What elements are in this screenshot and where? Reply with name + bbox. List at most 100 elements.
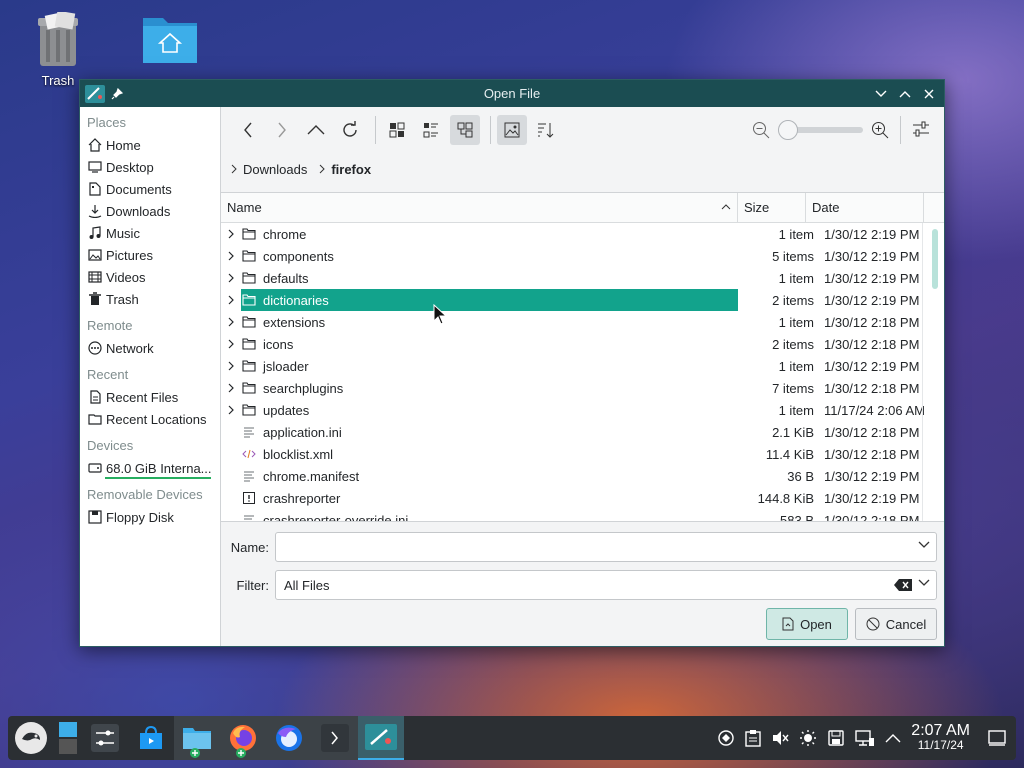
preview-toggle-button[interactable] <box>497 114 527 145</box>
expand-toggle[interactable] <box>221 295 241 305</box>
maximize-button[interactable] <box>896 85 914 103</box>
table-row[interactable]: updates 1 item 11/17/24 2:06 AM <box>221 399 944 421</box>
file-name-cell[interactable]: chrome <box>241 223 738 245</box>
file-name-cell[interactable]: extensions <box>241 311 738 333</box>
titlebar[interactable]: Open File <box>80 80 944 107</box>
table-row[interactable]: components 5 items 1/30/12 2:19 PM <box>221 245 944 267</box>
taskbar-system-settings[interactable] <box>82 716 128 760</box>
expand-toggle[interactable] <box>221 383 241 393</box>
file-name-cell[interactable]: crashreporter <box>241 487 738 509</box>
minimize-button[interactable] <box>872 85 890 103</box>
taskbar-firefox[interactable] <box>220 716 266 760</box>
file-name-cell[interactable]: chrome.manifest <box>241 465 738 487</box>
name-column-header[interactable]: Name <box>221 193 738 222</box>
tree-view-button[interactable] <box>450 114 480 145</box>
network-wired-icon[interactable] <box>855 729 875 747</box>
file-name-cell[interactable]: icons <box>241 333 738 355</box>
sidebar-item-68-0-gib-interna[interactable]: 68.0 GiB Interna... <box>80 457 220 479</box>
expand-toggle[interactable] <box>221 317 241 327</box>
table-row[interactable]: crashreporter 144.8 KiB 1/30/12 2:19 PM <box>221 487 944 509</box>
expand-toggle[interactable] <box>221 229 241 239</box>
clock[interactable]: 2:07 AM 11/17/24 <box>911 723 970 753</box>
expand-toggle[interactable] <box>221 339 241 349</box>
table-row[interactable]: chrome 1 item 1/30/12 2:19 PM <box>221 223 944 245</box>
expand-toggle[interactable] <box>221 361 241 371</box>
table-row[interactable]: dictionaries 2 items 1/30/12 2:19 PM <box>221 289 944 311</box>
table-row[interactable]: icons 2 items 1/30/12 2:18 PM <box>221 333 944 355</box>
table-row[interactable]: blocklist.xml 11.4 KiB 1/30/12 2:18 PM <box>221 443 944 465</box>
file-name-cell[interactable]: crashreporter-override.ini <box>241 509 738 521</box>
sidebar-item-videos[interactable]: Videos <box>80 266 220 288</box>
taskbar-open-file-dialog[interactable] <box>358 716 404 760</box>
zoom-slider-handle[interactable] <box>778 120 798 140</box>
taskbar-discover[interactable] <box>128 716 174 760</box>
file-name-cell[interactable]: components <box>241 245 738 267</box>
sidebar-item-documents[interactable]: Documents <box>80 178 220 200</box>
chevron-down-icon[interactable] <box>918 541 930 549</box>
options-icon[interactable] <box>912 120 930 138</box>
date-column-header[interactable]: Date <box>806 193 924 222</box>
back-button[interactable] <box>233 115 263 145</box>
sidebar-item-trash[interactable]: Trash <box>80 288 220 310</box>
sidebar-item-desktop[interactable]: Desktop <box>80 156 220 178</box>
clear-icon[interactable] <box>894 579 912 591</box>
sidebar-item-home[interactable]: Home <box>80 134 220 156</box>
zoom-in-icon[interactable] <box>871 121 889 139</box>
sidebar-item-music[interactable]: Music <box>80 222 220 244</box>
desktop-pager[interactable] <box>54 716 82 760</box>
table-row[interactable]: crashreporter-override.ini 583 B 1/30/12 2… <box>221 509 944 521</box>
filename-field[interactable] <box>275 532 937 562</box>
breadcrumb-downloads[interactable]: Downloads <box>231 162 307 177</box>
taskbar-dolphin[interactable] <box>174 716 220 760</box>
table-row[interactable]: searchplugins 7 items 1/30/12 2:18 PM <box>221 377 944 399</box>
taskbar-thunderbird[interactable] <box>266 716 312 760</box>
file-name-cell[interactable]: application.ini <box>241 421 738 443</box>
sidebar-item-pictures[interactable]: Pictures <box>80 244 220 266</box>
chevron-up-icon[interactable] <box>885 733 901 743</box>
table-row[interactable]: extensions 1 item 1/30/12 2:18 PM <box>221 311 944 333</box>
expand-toggle[interactable] <box>221 251 241 261</box>
network-settings-icon[interactable] <box>717 729 735 747</box>
forward-button[interactable] <box>267 115 297 145</box>
desktop-home-folder[interactable] <box>140 12 200 69</box>
table-row[interactable]: defaults 1 item 1/30/12 2:19 PM <box>221 267 944 289</box>
volume-muted-icon[interactable] <box>771 729 789 747</box>
table-row[interactable]: jsloader 1 item 1/30/12 2:19 PM <box>221 355 944 377</box>
brightness-icon[interactable] <box>799 729 817 747</box>
cancel-button[interactable]: Cancel <box>855 608 937 640</box>
desktop-trash[interactable]: Trash <box>28 10 88 88</box>
clipboard-icon[interactable] <box>745 729 761 747</box>
reload-button[interactable] <box>335 115 365 145</box>
taskbar-konsole[interactable] <box>312 716 358 760</box>
file-name-cell[interactable]: searchplugins <box>241 377 738 399</box>
table-row[interactable]: application.ini 2.1 KiB 1/30/12 2:18 PM <box>221 421 944 443</box>
sidebar-item-network[interactable]: Network <box>80 337 220 359</box>
file-name-cell[interactable]: defaults <box>241 267 738 289</box>
show-desktop-icon[interactable] <box>988 730 1006 746</box>
filter-field[interactable]: All Files <box>275 570 937 600</box>
breadcrumb-firefox[interactable]: firefox <box>319 162 371 177</box>
pin-icon[interactable] <box>111 87 123 100</box>
sidebar-item-downloads[interactable]: Downloads <box>80 200 220 222</box>
icons-view-button[interactable] <box>382 115 412 145</box>
file-name-cell[interactable]: blocklist.xml <box>241 443 738 465</box>
parent-folder-button[interactable] <box>301 115 331 145</box>
zoom-out-icon[interactable] <box>752 121 770 139</box>
compact-view-button[interactable] <box>416 115 446 145</box>
size-column-header[interactable]: Size <box>738 193 806 222</box>
open-button[interactable]: Open <box>766 608 848 640</box>
file-name-cell[interactable]: updates <box>241 399 738 421</box>
close-button[interactable] <box>920 85 938 103</box>
expand-toggle[interactable] <box>221 405 241 415</box>
file-name-cell[interactable]: dictionaries <box>241 289 738 311</box>
disk-icon[interactable] <box>827 729 845 747</box>
chevron-down-icon[interactable] <box>918 579 930 587</box>
sidebar-item-recent-files[interactable]: Recent Files <box>80 386 220 408</box>
expand-toggle[interactable] <box>221 273 241 283</box>
sort-button[interactable] <box>531 115 561 145</box>
table-row[interactable]: chrome.manifest 36 B 1/30/12 2:19 PM <box>221 465 944 487</box>
file-name-cell[interactable]: jsloader <box>241 355 738 377</box>
scrollbar-handle[interactable] <box>932 229 938 289</box>
sidebar-item-recent-locations[interactable]: Recent Locations <box>80 408 220 430</box>
sidebar-item-floppy-disk[interactable]: Floppy Disk <box>80 506 220 528</box>
